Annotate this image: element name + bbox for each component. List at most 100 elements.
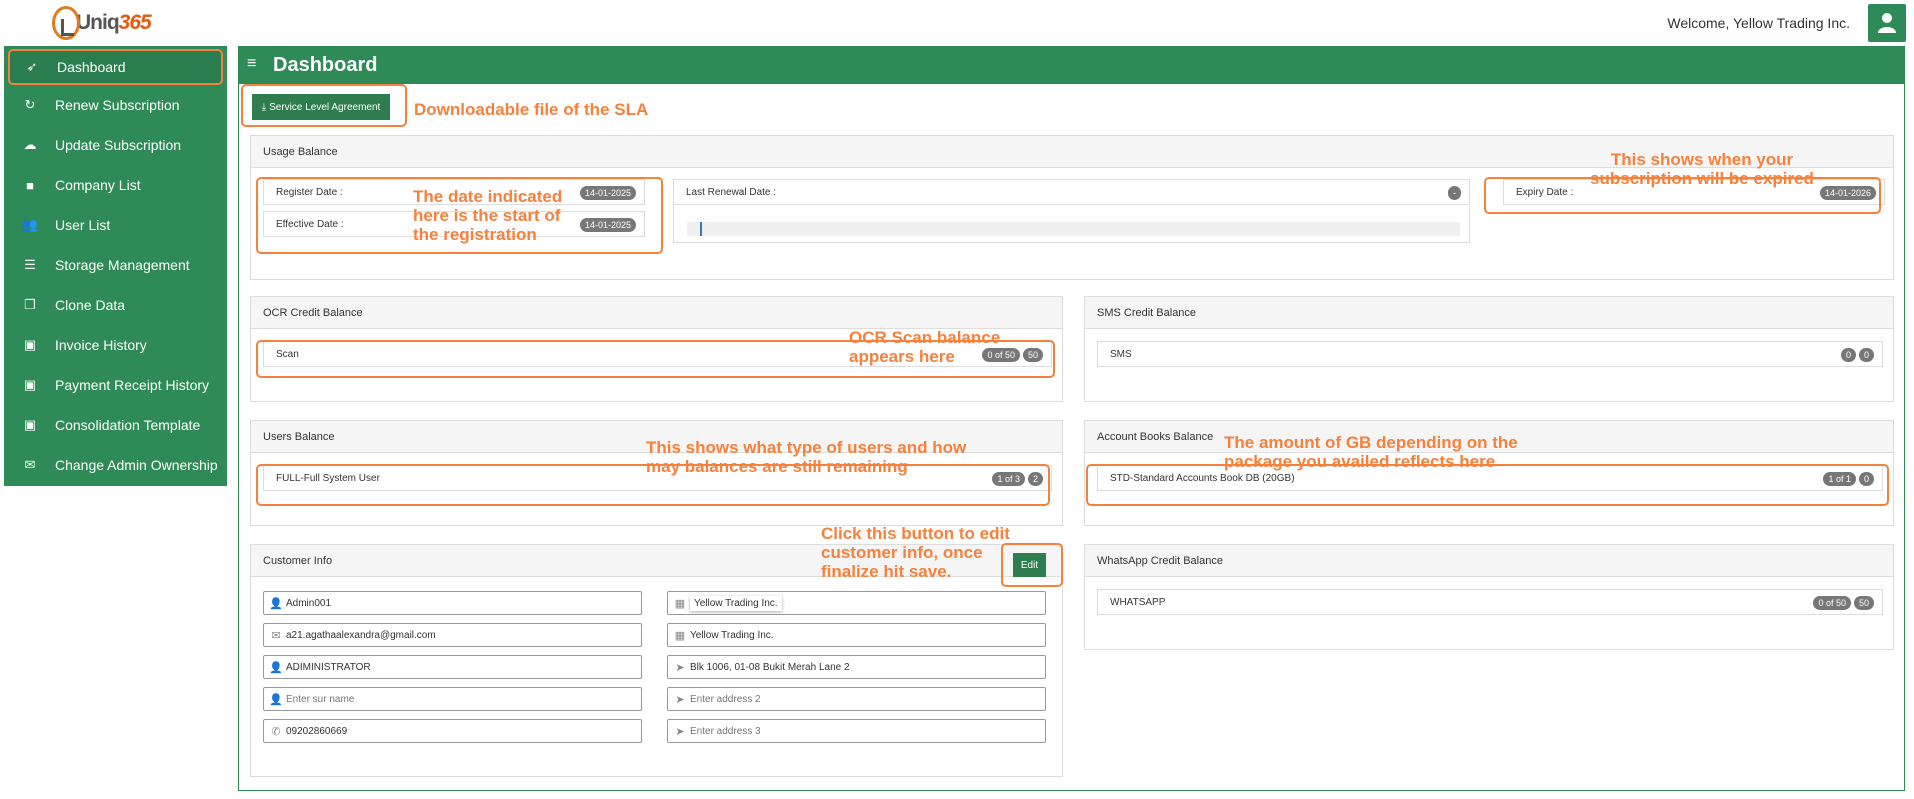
email-field[interactable]: ✉ a21.agathaalexandra@gmail.com bbox=[263, 623, 642, 647]
app-logo[interactable]: Uniq365 bbox=[52, 4, 152, 42]
envelope-icon: ✉ bbox=[24, 457, 36, 472]
sidebar-item-label: User List bbox=[55, 217, 111, 233]
sidebar-item-storage-management[interactable]: ☰ Storage Management bbox=[8, 247, 223, 283]
annotation-edit: Click this button to edit customer info,… bbox=[821, 524, 1010, 581]
whatsapp-remaining-badge: 50 bbox=[1853, 596, 1874, 610]
sidebar-item-consolidation-template[interactable]: ▣ Consolidation Template bbox=[8, 407, 223, 443]
sidebar-item-payment-receipt-history[interactable]: ▣ Payment Receipt History bbox=[8, 367, 223, 403]
whatsapp-label: WHATSAPP bbox=[1110, 596, 1166, 608]
money-icon: ▣ bbox=[23, 337, 37, 352]
annotation-expiry: This shows when your subscription will b… bbox=[1590, 150, 1814, 188]
address3-placeholder: Enter address 3 bbox=[690, 725, 761, 737]
company-name-value: Yellow Trading Inc. bbox=[690, 629, 774, 641]
sidebar-item-company-list[interactable]: ■ Company List bbox=[8, 167, 223, 203]
briefcase-icon: ■ bbox=[26, 177, 34, 193]
users-icon: 👥 bbox=[21, 217, 39, 232]
company-field[interactable]: ▦ Yellow Trading Inc. bbox=[667, 591, 1046, 615]
last-renewal-row: Last Renewal Date : - bbox=[673, 179, 1470, 205]
sidebar-item-label: Consolidation Template bbox=[55, 417, 201, 433]
username-field[interactable]: 👤 Admin001 bbox=[263, 591, 642, 615]
address3-field[interactable]: ➤ Enter address 3 bbox=[667, 719, 1046, 743]
building-icon: ▦ bbox=[674, 629, 686, 642]
top-bar: Uniq365 Welcome, Yellow Trading Inc. bbox=[0, 0, 1914, 46]
user-icon: 👤 bbox=[269, 661, 283, 674]
rocket-icon: ➶ bbox=[26, 59, 38, 74]
whatsapp-credit-panel: WhatsApp Credit Balance WHATSAPP 0 of 50… bbox=[1084, 544, 1894, 650]
sidebar-item-invoice-history[interactable]: ▣ Invoice History bbox=[8, 327, 223, 363]
address1-field[interactable]: ➤ Blk 1006, 01-08 Bukit Merah Lane 2 bbox=[667, 655, 1046, 679]
building-icon: ▦ bbox=[674, 597, 686, 610]
company-name-field[interactable]: ▦ Yellow Trading Inc. bbox=[667, 623, 1046, 647]
sidebar-item-label: Company List bbox=[55, 177, 141, 193]
panel-title: WhatsApp Credit Balance bbox=[1085, 545, 1893, 577]
role-field[interactable]: 👤 ADIMINISTRATOR bbox=[263, 655, 642, 679]
progress-cursor bbox=[700, 222, 702, 236]
whatsapp-used-badge: 0 of 50 bbox=[1813, 596, 1851, 610]
sidebar-item-change-admin-ownership[interactable]: ✉ Change Admin Ownership bbox=[8, 447, 223, 483]
phone-field[interactable]: ✆ 09202860669 bbox=[263, 719, 642, 743]
sidebar-item-user-list[interactable]: 👥 User List bbox=[8, 207, 223, 243]
annotation-register: The date indicated here is the start of … bbox=[413, 187, 563, 244]
surname-placeholder: Enter sur name bbox=[286, 693, 355, 705]
money-icon: ▣ bbox=[23, 417, 37, 432]
username-value: Admin001 bbox=[286, 597, 332, 609]
last-renewal-badge: - bbox=[1448, 186, 1461, 200]
sidebar-item-renew-subscription[interactable]: ↻ Renew Subscription bbox=[8, 87, 223, 123]
email-value: a21.agathaalexandra@gmail.com bbox=[286, 629, 436, 641]
page-title: Dashboard bbox=[273, 54, 378, 76]
annotation-users: This shows what type of users and how ma… bbox=[646, 438, 967, 476]
sidebar-item-label: Invoice History bbox=[55, 337, 147, 353]
refresh-icon: ↻ bbox=[24, 97, 36, 112]
sms-used-badge: 0 bbox=[1840, 348, 1856, 362]
sms-label: SMS bbox=[1110, 348, 1132, 360]
whatsapp-row: WHATSAPP 0 of 50 50 bbox=[1097, 589, 1883, 615]
cloud-upload-icon: ☁ bbox=[23, 137, 37, 152]
envelope-icon: ✉ bbox=[271, 629, 281, 642]
sidebar-item-label: Update Subscription bbox=[55, 137, 182, 153]
sidebar-item-clone-data[interactable]: ❐ Clone Data bbox=[8, 287, 223, 323]
sms-credit-panel: SMS Credit Balance SMS 00 bbox=[1084, 296, 1894, 402]
sidebar-item-label: Clone Data bbox=[55, 297, 126, 313]
clone-icon: ❐ bbox=[24, 297, 36, 312]
last-renewal-label: Last Renewal Date : bbox=[686, 186, 777, 198]
phone-value: 09202860669 bbox=[286, 725, 348, 737]
sidebar-item-label: Payment Receipt History bbox=[55, 377, 210, 393]
renewal-progress-bar bbox=[687, 222, 1460, 236]
annotation-sla: Downloadable file of the SLA bbox=[414, 100, 649, 119]
user-icon bbox=[1878, 13, 1896, 33]
sms-row: SMS 00 bbox=[1097, 341, 1883, 367]
annotation-books: The amount of GB depending on the packag… bbox=[1224, 433, 1518, 471]
main-header: ≡ Dashboard bbox=[239, 47, 1904, 84]
money-icon: ▣ bbox=[23, 377, 37, 392]
database-icon: ☰ bbox=[24, 257, 36, 272]
address1-value: Blk 1006, 01-08 Bukit Merah Lane 2 bbox=[690, 661, 850, 673]
location-arrow-icon: ➤ bbox=[675, 693, 685, 706]
welcome-text: Welcome, Yellow Trading Inc. bbox=[1667, 15, 1850, 31]
role-value: ADIMINISTRATOR bbox=[286, 661, 371, 673]
sidebar-item-dashboard[interactable]: ➶ Dashboard bbox=[8, 49, 223, 85]
user-avatar[interactable] bbox=[1868, 4, 1906, 42]
sidebar-item-label: Renew Subscription bbox=[55, 97, 180, 113]
hamburger-menu-icon[interactable]: ≡ bbox=[247, 55, 256, 73]
sidebar-item-update-subscription[interactable]: ☁ Update Subscription bbox=[8, 127, 223, 163]
sidebar-item-label: Dashboard bbox=[57, 59, 126, 75]
logo-text: Uniq365 bbox=[76, 11, 152, 34]
sms-remaining-badge: 0 bbox=[1858, 348, 1874, 362]
callout-sla bbox=[241, 84, 407, 127]
panel-title: OCR Credit Balance bbox=[251, 297, 1062, 329]
address2-placeholder: Enter address 2 bbox=[690, 693, 761, 705]
location-arrow-icon: ➤ bbox=[675, 661, 685, 674]
sidebar-item-label: Storage Management bbox=[55, 257, 190, 273]
company-value: Yellow Trading Inc. bbox=[690, 595, 782, 611]
annotation-ocr: OCR Scan balance appears here bbox=[849, 328, 1001, 366]
address2-field[interactable]: ➤ Enter address 2 bbox=[667, 687, 1046, 711]
sidebar: ➶ Dashboard ↻ Renew Subscription ☁ Update S… bbox=[4, 46, 227, 486]
location-arrow-icon: ➤ bbox=[675, 725, 685, 738]
surname-field[interactable]: 👤 Enter sur name bbox=[263, 687, 642, 711]
phone-icon: ✆ bbox=[271, 725, 281, 738]
panel-title: SMS Credit Balance bbox=[1085, 297, 1893, 329]
logo-mark-icon bbox=[52, 6, 80, 40]
user-icon: 👤 bbox=[269, 693, 283, 706]
user-icon: 👤 bbox=[269, 597, 283, 610]
sidebar-item-label: Change Admin Ownership bbox=[55, 457, 218, 473]
